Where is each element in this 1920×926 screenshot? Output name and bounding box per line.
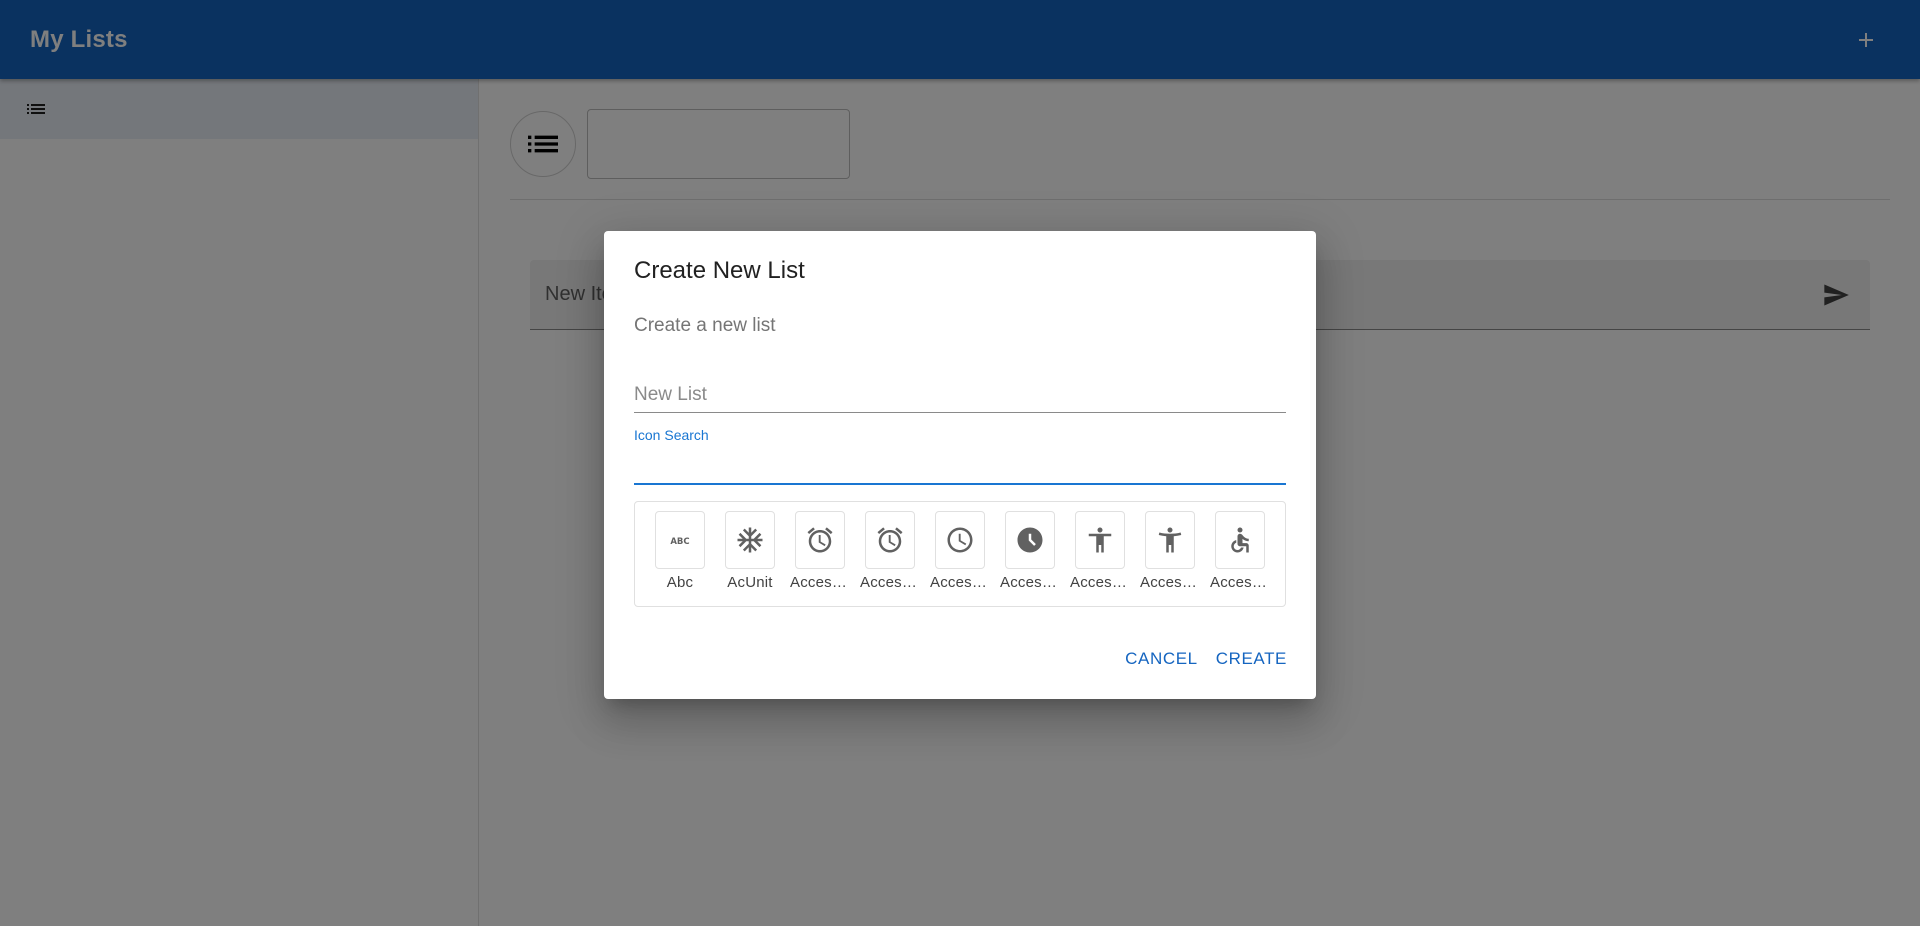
icon-option-accessibility-new[interactable]: AccessibilityNew [1140,511,1200,606]
accessible-icon [1231,527,1249,553]
dialog-title: Create New List [634,257,805,284]
access-time-icon [947,527,973,553]
icon-tile [1075,511,1125,569]
icon-search-field [634,445,1286,485]
icon-tile [935,511,985,569]
cancel-button[interactable]: CANCEL [1116,643,1207,675]
icon-grid: ABC Abc AcUnit AccessAlarm AccessAlarms [634,501,1286,607]
dialog-actions: CANCEL CREATE [1116,643,1296,675]
icon-option-label: Abc [666,574,694,591]
access-time-filled-icon [1017,527,1043,553]
icon-option-label: AccessTimeFilled [1000,574,1060,591]
icon-option-label: Accessibility [1070,574,1130,591]
icon-option-label: AccessAlarm [790,574,850,591]
icon-tile [1145,511,1195,569]
icon-tile [725,511,775,569]
icon-option-accessible[interactable]: Accessible [1210,511,1270,606]
icon-search-input[interactable] [634,445,1286,483]
icon-option-access-alarms[interactable]: AccessAlarms [860,511,920,606]
icon-option-access-alarm[interactable]: AccessAlarm [790,511,850,606]
create-list-dialog: Create New List Create a new list Icon S… [604,231,1316,699]
icon-tile [865,511,915,569]
list-name-input[interactable] [634,367,1286,412]
svg-text:ABC: ABC [670,537,689,547]
icon-search-label: Icon Search [634,427,709,443]
dialog-subtitle: Create a new list [634,315,776,336]
accessibility-new-icon [1158,527,1182,553]
icon-option-label: AcUnit [727,574,773,591]
icon-option-access-time-filled[interactable]: AccessTimeFilled [1000,511,1060,606]
access-alarms-icon [877,527,903,553]
icon-tile: ABC [655,511,705,569]
accessibility-icon [1088,527,1112,553]
icon-option-label: Accessible [1210,574,1270,591]
icon-tile [1215,511,1265,569]
icon-tile [795,511,845,569]
abc-icon: ABC [670,537,689,547]
create-button[interactable]: CREATE [1207,643,1296,675]
icon-option-access-time[interactable]: AccessTime [930,511,990,606]
access-alarm-icon [807,527,833,553]
icon-option-label: AccessTime [930,574,990,591]
icon-tile [1005,511,1055,569]
icon-option-accessibility[interactable]: Accessibility [1070,511,1130,606]
list-name-field [634,367,1286,413]
icon-option-label: AccessibilityNew [1140,574,1200,591]
icon-option-label: AccessAlarms [860,574,920,591]
icon-option-abc[interactable]: ABC Abc [655,511,705,606]
icon-option-ac-unit[interactable]: AcUnit [725,511,775,606]
ac-unit-icon [737,527,763,553]
